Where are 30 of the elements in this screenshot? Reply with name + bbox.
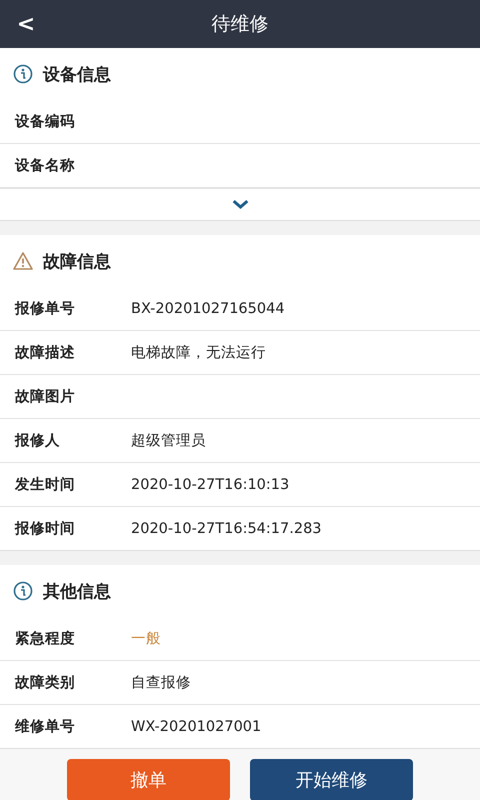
field-value: WX-20201027001 [131, 718, 262, 734]
field-value: 电梯故障，无法运行 [131, 344, 266, 362]
field-value: 超级管理员 [131, 432, 206, 450]
info-icon [13, 64, 33, 84]
field-label: 故障类别 [15, 674, 76, 692]
chevron-down-icon[interactable] [232, 199, 248, 210]
field-label: 故障图片 [15, 388, 76, 406]
field-value: 2020-10-27T16:54:17.283 [131, 520, 322, 536]
field-label: 发生时间 [15, 476, 76, 494]
field-label: 维修单号 [15, 718, 76, 736]
field-value: 自查报修 [131, 674, 191, 692]
field-label: 故障描述 [15, 344, 76, 362]
info-icon [13, 581, 33, 601]
field-label: 设备名称 [15, 157, 76, 175]
section-title: 故障信息 [43, 250, 111, 272]
field-value: 2020-10-27T16:10:13 [131, 476, 290, 492]
field-label: 设备编码 [15, 112, 76, 131]
field-label: 紧急程度 [15, 629, 76, 648]
section-title: 其他信息 [43, 580, 111, 602]
field-label: 报修单号 [15, 300, 76, 318]
field-value: BX-20201027165044 [131, 300, 285, 316]
page-title: 待维修 [212, 12, 268, 37]
cancel-button[interactable]: 撤单 [67, 759, 230, 800]
field-label: 报修人 [15, 432, 61, 450]
field-label: 报修时间 [15, 520, 76, 538]
section-title: 设备信息 [43, 64, 111, 86]
back-button[interactable]: < [12, 8, 40, 40]
field-value: 一般 [131, 630, 161, 648]
start-button[interactable]: 开始维修 [250, 759, 413, 800]
warning-icon [13, 251, 33, 271]
